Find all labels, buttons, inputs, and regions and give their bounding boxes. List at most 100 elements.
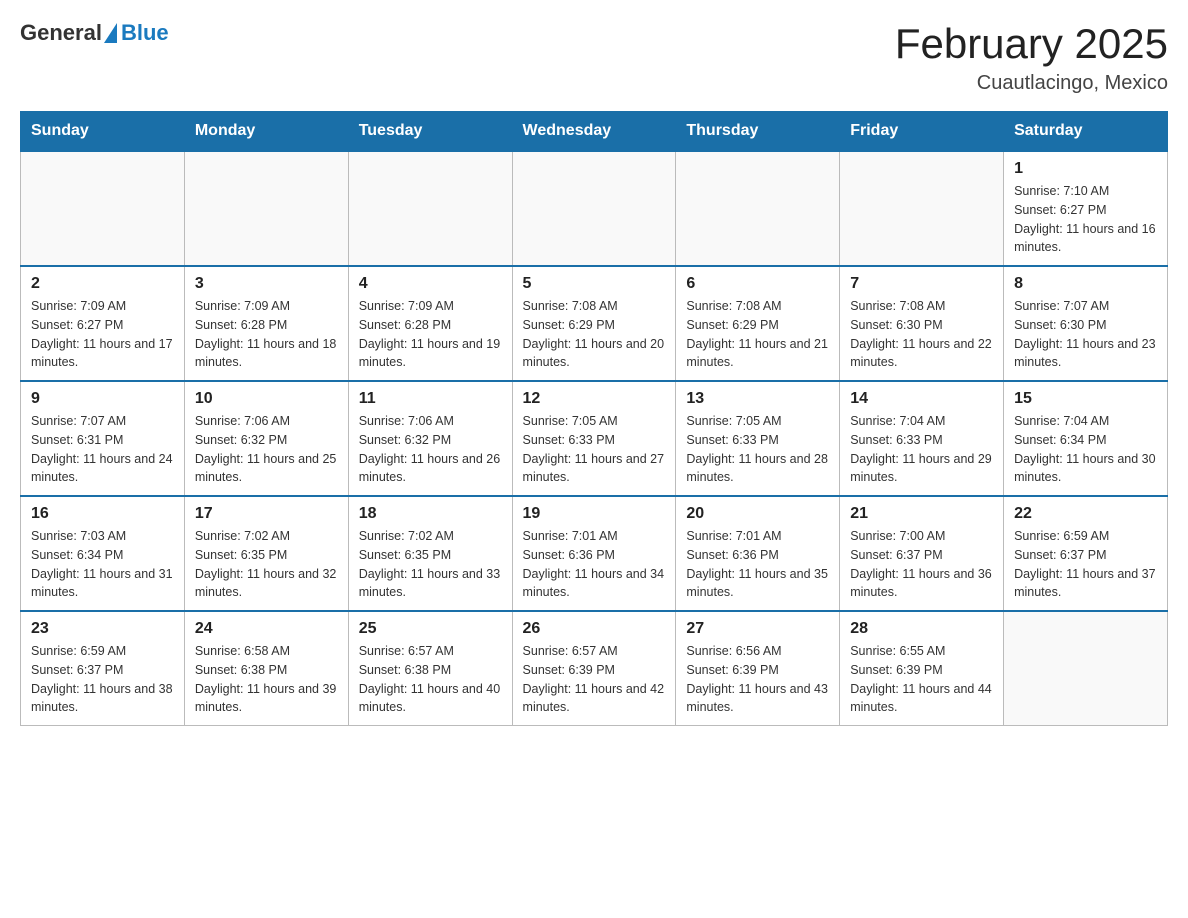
calendar-cell: 25 Sunrise: 6:57 AM Sunset: 6:38 PM Dayli… <box>348 611 512 726</box>
day-info: Sunrise: 7:06 AM Sunset: 6:32 PM Dayligh… <box>195 412 338 487</box>
day-info: Sunrise: 7:09 AM Sunset: 6:28 PM Dayligh… <box>359 297 502 372</box>
calendar-cell <box>184 151 348 266</box>
week-row-2: 2Sunrise: 7:09 AM Sunset: 6:27 PM Daylig… <box>21 266 1168 381</box>
day-info: Sunrise: 7:10 AM Sunset: 6:27 PM Dayligh… <box>1014 182 1157 257</box>
week-row-1: 1Sunrise: 7:10 AM Sunset: 6:27 PM Daylig… <box>21 151 1168 266</box>
weekday-header-wednesday: Wednesday <box>512 112 676 152</box>
calendar-cell: 16 Sunrise: 7:03 AM Sunset: 6:34 PM Dayli… <box>21 496 185 611</box>
day-info: Sunrise: 6:59 AM Sunset: 6:37 PM Dayligh… <box>1014 527 1157 602</box>
calendar-cell <box>1004 611 1168 726</box>
day-number: 3 <box>195 275 338 293</box>
day-number: 10 <box>195 390 338 408</box>
day-number: 27 <box>686 620 829 638</box>
day-info: Sunrise: 7:02 AM Sunset: 6:35 PM Dayligh… <box>195 527 338 602</box>
day-info: Sunrise: 6:57 AM Sunset: 6:38 PM Dayligh… <box>359 642 502 717</box>
day-number: 12 <box>523 390 666 408</box>
day-number: 6 <box>686 275 829 293</box>
calendar-cell: 2Sunrise: 7:09 AM Sunset: 6:27 PM Daylig… <box>21 266 185 381</box>
day-info: Sunrise: 7:04 AM Sunset: 6:34 PM Dayligh… <box>1014 412 1157 487</box>
day-number: 7 <box>850 275 993 293</box>
day-info: Sunrise: 6:59 AM Sunset: 6:37 PM Dayligh… <box>31 642 174 717</box>
calendar-cell: 26 Sunrise: 6:57 AM Sunset: 6:39 PM Dayli… <box>512 611 676 726</box>
day-number: 21 <box>850 505 993 523</box>
day-info: Sunrise: 6:55 AM Sunset: 6:39 PM Dayligh… <box>850 642 993 717</box>
weekday-header-saturday: Saturday <box>1004 112 1168 152</box>
day-number: 24 <box>195 620 338 638</box>
week-row-4: 16 Sunrise: 7:03 AM Sunset: 6:34 PM Dayli… <box>21 496 1168 611</box>
day-number: 15 <box>1014 390 1157 408</box>
day-info: Sunrise: 6:57 AM Sunset: 6:39 PM Dayligh… <box>523 642 666 717</box>
day-number: 9 <box>31 390 174 408</box>
day-info: Sunrise: 7:05 AM Sunset: 6:33 PM Dayligh… <box>686 412 829 487</box>
calendar-cell: 7 Sunrise: 7:08 AM Sunset: 6:30 PM Daylig… <box>840 266 1004 381</box>
calendar-cell <box>21 151 185 266</box>
day-info: Sunrise: 7:06 AM Sunset: 6:32 PM Dayligh… <box>359 412 502 487</box>
day-number: 17 <box>195 505 338 523</box>
calendar-cell <box>840 151 1004 266</box>
calendar-cell: 15 Sunrise: 7:04 AM Sunset: 6:34 PM Dayli… <box>1004 381 1168 496</box>
calendar-cell: 24Sunrise: 6:58 AM Sunset: 6:38 PM Dayli… <box>184 611 348 726</box>
day-info: Sunrise: 7:05 AM Sunset: 6:33 PM Dayligh… <box>523 412 666 487</box>
weekday-header-tuesday: Tuesday <box>348 112 512 152</box>
page-header: General Blue February 2025 Cuautlacingo,… <box>20 20 1168 95</box>
calendar-cell: 11 Sunrise: 7:06 AM Sunset: 6:32 PM Dayli… <box>348 381 512 496</box>
month-title: February 2025 <box>895 20 1168 68</box>
day-number: 18 <box>359 505 502 523</box>
calendar-cell: 6 Sunrise: 7:08 AM Sunset: 6:29 PM Daylig… <box>676 266 840 381</box>
day-info: Sunrise: 7:02 AM Sunset: 6:35 PM Dayligh… <box>359 527 502 602</box>
day-info: Sunrise: 7:07 AM Sunset: 6:30 PM Dayligh… <box>1014 297 1157 372</box>
day-number: 26 <box>523 620 666 638</box>
calendar-cell: 20Sunrise: 7:01 AM Sunset: 6:36 PM Dayli… <box>676 496 840 611</box>
weekday-header-thursday: Thursday <box>676 112 840 152</box>
calendar-cell: 27 Sunrise: 6:56 AM Sunset: 6:39 PM Dayli… <box>676 611 840 726</box>
day-info: Sunrise: 7:08 AM Sunset: 6:29 PM Dayligh… <box>686 297 829 372</box>
day-info: Sunrise: 7:08 AM Sunset: 6:30 PM Dayligh… <box>850 297 993 372</box>
day-number: 5 <box>523 275 666 293</box>
calendar-cell: 10 Sunrise: 7:06 AM Sunset: 6:32 PM Dayli… <box>184 381 348 496</box>
day-number: 25 <box>359 620 502 638</box>
calendar-cell: 28 Sunrise: 6:55 AM Sunset: 6:39 PM Dayli… <box>840 611 1004 726</box>
calendar-cell <box>676 151 840 266</box>
day-number: 2 <box>31 275 174 293</box>
calendar-cell: 4 Sunrise: 7:09 AM Sunset: 6:28 PM Daylig… <box>348 266 512 381</box>
day-info: Sunrise: 7:08 AM Sunset: 6:29 PM Dayligh… <box>523 297 666 372</box>
day-info: Sunrise: 7:09 AM Sunset: 6:28 PM Dayligh… <box>195 297 338 372</box>
calendar-cell: 22 Sunrise: 6:59 AM Sunset: 6:37 PM Dayli… <box>1004 496 1168 611</box>
day-info: Sunrise: 7:01 AM Sunset: 6:36 PM Dayligh… <box>686 527 829 602</box>
title-area: February 2025 Cuautlacingo, Mexico <box>895 20 1168 95</box>
calendar-cell: 3 Sunrise: 7:09 AM Sunset: 6:28 PM Daylig… <box>184 266 348 381</box>
calendar-cell: 12 Sunrise: 7:05 AM Sunset: 6:33 PM Dayli… <box>512 381 676 496</box>
calendar-cell: 5 Sunrise: 7:08 AM Sunset: 6:29 PM Daylig… <box>512 266 676 381</box>
day-info: Sunrise: 6:56 AM Sunset: 6:39 PM Dayligh… <box>686 642 829 717</box>
calendar-cell <box>348 151 512 266</box>
calendar-cell: 9Sunrise: 7:07 AM Sunset: 6:31 PM Daylig… <box>21 381 185 496</box>
calendar-cell: 14 Sunrise: 7:04 AM Sunset: 6:33 PM Dayli… <box>840 381 1004 496</box>
calendar-cell: 19Sunrise: 7:01 AM Sunset: 6:36 PM Dayli… <box>512 496 676 611</box>
calendar-cell: 8Sunrise: 7:07 AM Sunset: 6:30 PM Daylig… <box>1004 266 1168 381</box>
logo-blue-text: Blue <box>121 20 169 45</box>
logo-general-text: General <box>20 20 102 46</box>
weekday-header-monday: Monday <box>184 112 348 152</box>
day-number: 4 <box>359 275 502 293</box>
day-info: Sunrise: 7:04 AM Sunset: 6:33 PM Dayligh… <box>850 412 993 487</box>
week-row-3: 9Sunrise: 7:07 AM Sunset: 6:31 PM Daylig… <box>21 381 1168 496</box>
location-title: Cuautlacingo, Mexico <box>895 72 1168 95</box>
day-number: 16 <box>31 505 174 523</box>
weekday-header-friday: Friday <box>840 112 1004 152</box>
week-row-5: 23 Sunrise: 6:59 AM Sunset: 6:37 PM Dayli… <box>21 611 1168 726</box>
weekday-header-row: SundayMondayTuesdayWednesdayThursdayFrid… <box>21 112 1168 152</box>
day-info: Sunrise: 7:03 AM Sunset: 6:34 PM Dayligh… <box>31 527 174 602</box>
day-number: 14 <box>850 390 993 408</box>
calendar-cell: 23 Sunrise: 6:59 AM Sunset: 6:37 PM Dayli… <box>21 611 185 726</box>
day-info: Sunrise: 7:01 AM Sunset: 6:36 PM Dayligh… <box>523 527 666 602</box>
calendar-cell: 13Sunrise: 7:05 AM Sunset: 6:33 PM Dayli… <box>676 381 840 496</box>
calendar-cell: 17 Sunrise: 7:02 AM Sunset: 6:35 PM Dayli… <box>184 496 348 611</box>
day-number: 28 <box>850 620 993 638</box>
day-number: 23 <box>31 620 174 638</box>
calendar-cell: 21Sunrise: 7:00 AM Sunset: 6:37 PM Dayli… <box>840 496 1004 611</box>
calendar-cell <box>512 151 676 266</box>
calendar-table: SundayMondayTuesdayWednesdayThursdayFrid… <box>20 111 1168 726</box>
day-number: 22 <box>1014 505 1157 523</box>
day-number: 11 <box>359 390 502 408</box>
logo: General Blue <box>20 20 169 46</box>
